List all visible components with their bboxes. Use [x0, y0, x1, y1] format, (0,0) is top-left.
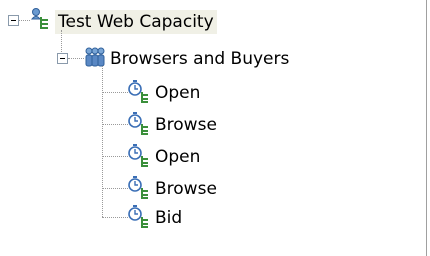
tree-connector	[102, 217, 128, 218]
user-group-icon	[83, 46, 107, 70]
test-timer-icon	[128, 205, 152, 229]
tree-connector	[68, 58, 84, 59]
tree-item-test[interactable]: Open	[152, 145, 203, 169]
collapse-root-toggle[interactable]	[8, 15, 19, 26]
test-timer-icon	[128, 112, 152, 136]
tree-connector	[102, 66, 103, 217]
collapse-group-toggle[interactable]	[57, 53, 68, 64]
tree-connector	[102, 156, 128, 157]
test-timer-icon	[128, 80, 152, 104]
tree-item-test[interactable]: Open	[152, 81, 203, 105]
tree-item-root[interactable]: Test Web Capacity	[55, 10, 217, 34]
tree-connector	[102, 92, 128, 93]
tree-connector	[102, 188, 128, 189]
test-schedule-icon	[29, 7, 53, 31]
test-tree-panel: Test Web Capacity Browsers and Buyers Op…	[0, 0, 427, 256]
test-timer-icon	[128, 176, 152, 200]
test-timer-icon	[128, 144, 152, 168]
tree-item-test[interactable]: Browse	[152, 113, 220, 137]
tree-item-test[interactable]: Browse	[152, 177, 220, 201]
tree-item-group[interactable]: Browsers and Buyers	[107, 47, 292, 71]
tree-item-test[interactable]: Bid	[152, 206, 185, 230]
tree-connector	[102, 124, 128, 125]
